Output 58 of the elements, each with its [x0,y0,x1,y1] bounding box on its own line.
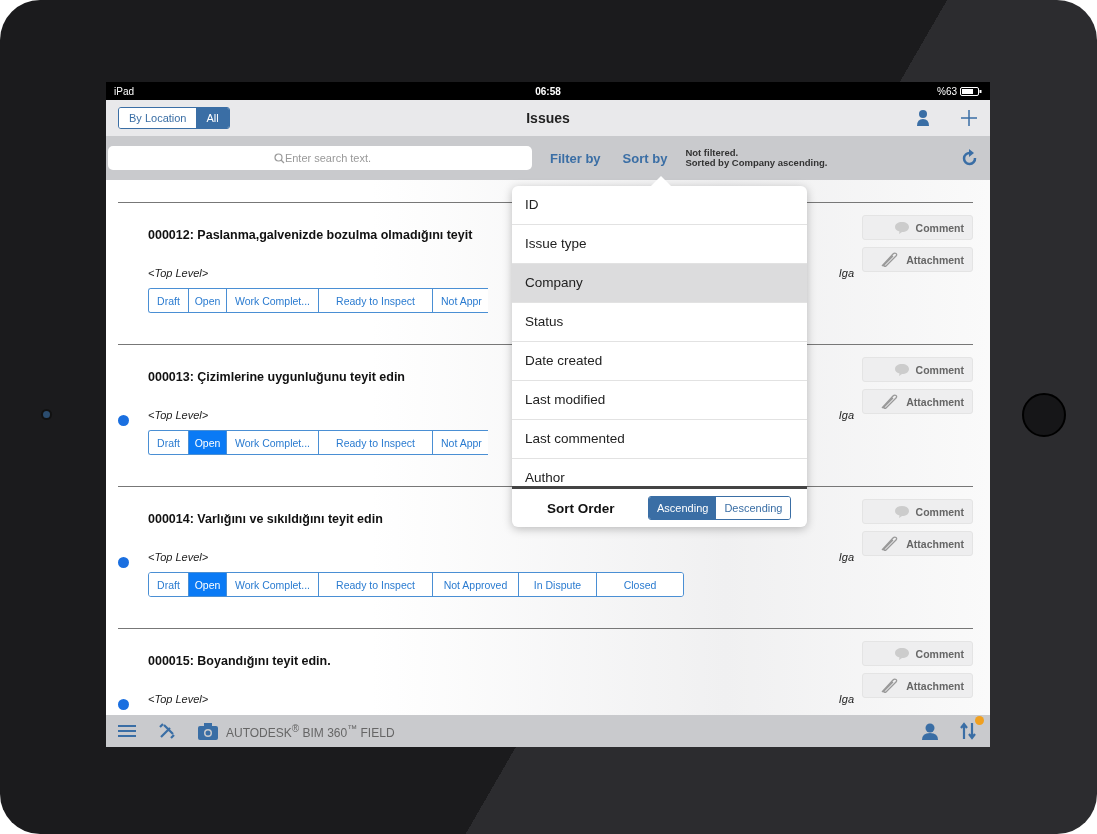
issue-location: <Top Level> [148,693,209,705]
issue-location: <Top Level> [148,409,209,421]
comment-button[interactable]: Comment [862,641,973,666]
person-icon[interactable] [922,722,938,740]
person-icon[interactable] [916,109,930,127]
brand-name: AUTODESK$^{®}$ BIM 360$^{™}$ FIELD [226,722,395,740]
status-segment[interactable]: Open [189,573,227,596]
comment-button[interactable]: Comment [862,499,973,524]
status-segment[interactable]: In Dispute [519,573,597,596]
view-segment[interactable]: By Location [119,108,197,128]
attachment-button[interactable]: Attachment [862,531,973,556]
camera-icon[interactable] [198,722,218,740]
search-icon [274,153,285,164]
status-segment[interactable]: Closed [597,573,683,596]
status-segment[interactable]: Draft [149,431,189,454]
speech-bubble-icon [893,362,910,377]
status-segment[interactable]: Open [189,431,227,454]
sort-button[interactable]: Sort by [618,150,672,166]
issue-assignee: Iga [838,409,854,421]
tools-icon[interactable] [158,722,176,740]
view-segment[interactable]: All [196,108,229,128]
issue-title[interactable]: 000015: Boyandığını teyit edin. [148,654,862,668]
add-icon[interactable] [960,109,978,127]
battery-icon [960,86,982,96]
sort-option[interactable]: ID [512,186,807,225]
status-segment[interactable]: Draft [149,289,189,312]
sync-arrows-icon[interactable] [960,722,976,740]
filter-status-text: Not filtered. Sorted by Company ascending. [685,147,828,169]
sort-option[interactable]: Status [512,303,807,342]
sort-option[interactable]: Company [512,264,807,303]
issue-location: <Top Level> [148,267,209,279]
sort-option[interactable]: Last modified [512,381,807,420]
speech-bubble-icon [893,504,910,519]
device-name: iPad [114,85,134,97]
status-segment[interactable]: Draft [149,573,189,596]
clock-time: 06:58 [535,85,561,97]
search-field[interactable]: Enter search text. [108,146,532,170]
issue-assignee: Iga [838,551,854,563]
refresh-icon[interactable] [962,149,978,167]
sort-option[interactable]: Last commented [512,420,807,459]
battery-percent: %63 [937,85,957,97]
issue-location: <Top Level> [148,551,209,563]
filter-button[interactable]: Filter by [546,150,605,166]
sort-order-segment[interactable]: Ascending [649,497,717,519]
sort-option[interactable]: Date created [512,342,807,381]
attachment-button[interactable]: Attachment [862,389,973,414]
comment-button[interactable]: Comment [862,215,973,240]
speech-bubble-icon [893,646,910,661]
attachment-button[interactable]: Attachment [862,673,973,698]
speech-bubble-icon [893,220,910,235]
issue-assignee: Iga [838,267,854,279]
issue-assignee: Iga [838,693,854,705]
camera-dot [42,411,50,418]
comment-button[interactable]: Comment [862,357,973,382]
sort-order-label: Sort Order [547,500,616,516]
attachment-button[interactable]: Attachment [862,247,973,272]
menu-icon[interactable] [118,724,136,738]
screen-title: Issues [526,110,570,126]
